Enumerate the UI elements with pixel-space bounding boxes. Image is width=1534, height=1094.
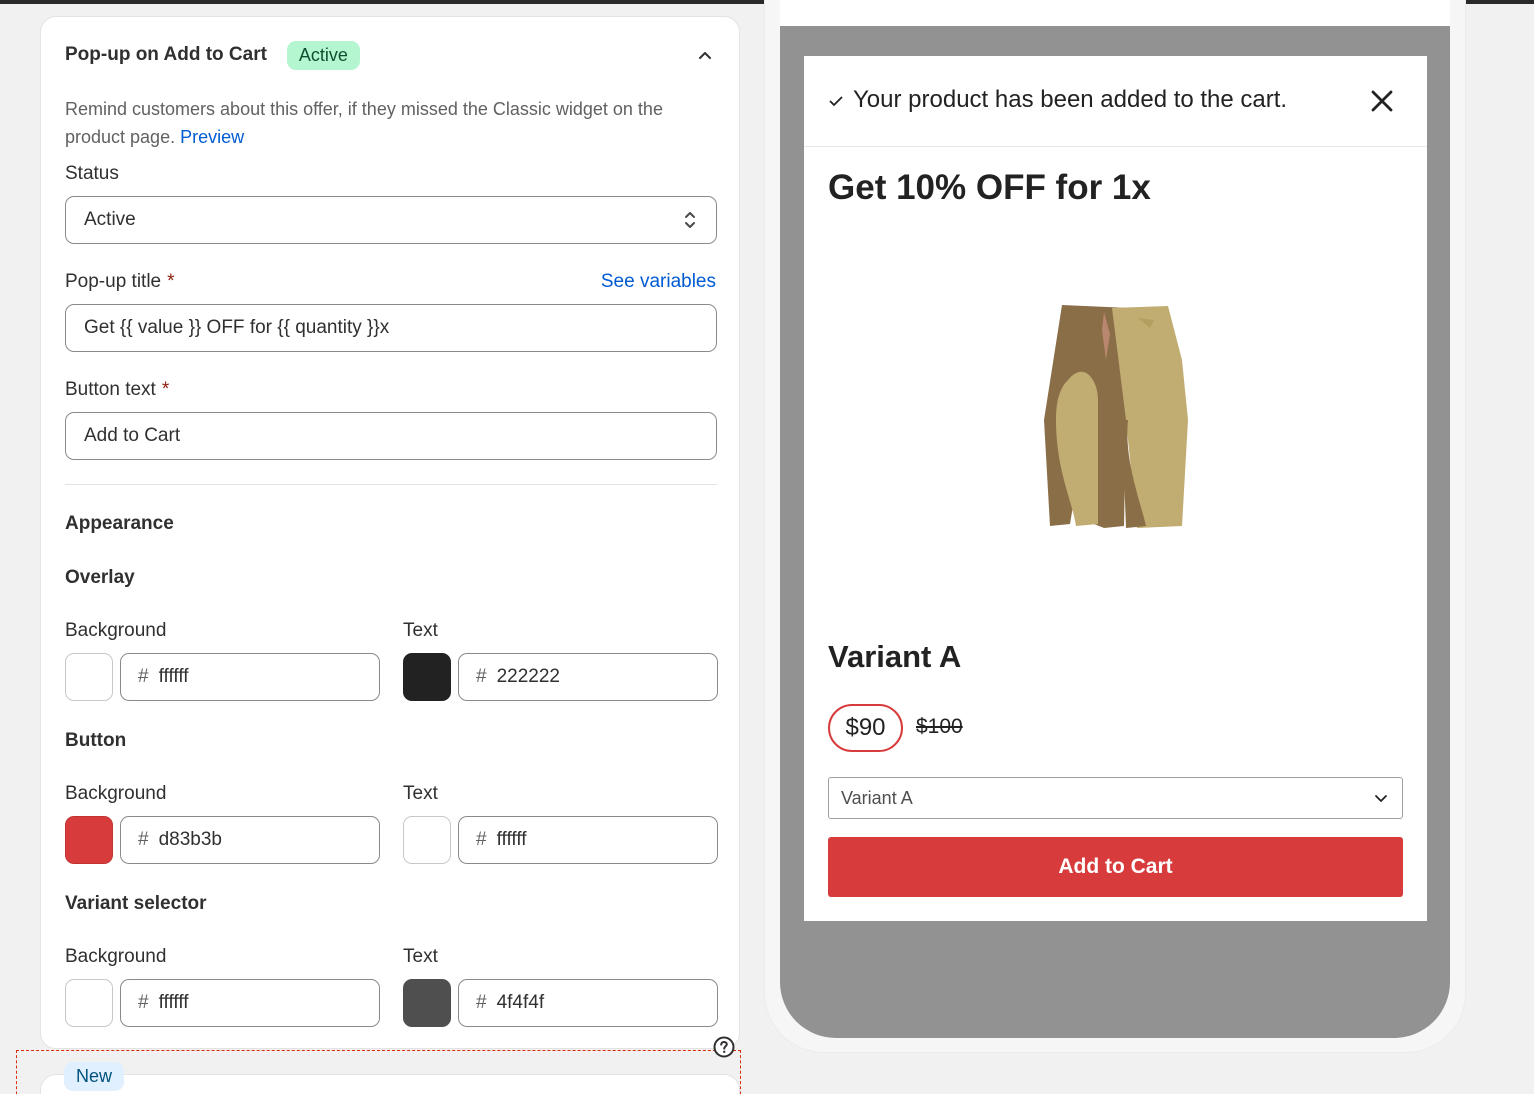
button-text-label-text: Button text — [65, 379, 156, 400]
appearance-heading: Appearance — [65, 513, 174, 534]
overlay-bg-hex-input[interactable]: # ffffff — [120, 653, 380, 701]
variant-name: Variant A — [828, 639, 962, 674]
hash-prefix: # — [138, 666, 149, 687]
button-text-hex-value: ffffff — [496, 829, 527, 850]
button-text-swatch[interactable] — [403, 816, 451, 864]
popup-title: Get 10% OFF for 1x — [828, 168, 1151, 207]
card-description: Remind customers about this offer, if th… — [65, 95, 721, 151]
added-to-cart-message: Your product has been added to the cart. — [853, 86, 1288, 113]
variant-text-swatch[interactable] — [403, 979, 451, 1027]
popup-title-label: Pop-up title * — [65, 271, 175, 293]
status-select[interactable]: Active — [65, 196, 717, 244]
button-text-value: Add to Cart — [84, 425, 181, 446]
button-text-hex-input[interactable]: # ffffff — [458, 816, 718, 864]
popup-title-input[interactable]: Get {{ value }} OFF for {{ quantity }}x — [65, 304, 717, 352]
variant-select[interactable]: Variant A — [828, 777, 1403, 819]
variant-text-hex-input[interactable]: #4f4f4f — [458, 979, 718, 1027]
variant-bg-hex-value: ffffff — [158, 992, 189, 1013]
close-icon[interactable] — [1370, 89, 1394, 113]
button-bg-label: Background — [65, 783, 167, 804]
preview-link[interactable]: Preview — [180, 127, 244, 147]
overlay-text-hex-value: 222222 — [496, 666, 560, 687]
description-text: Remind customers about this offer, if th… — [65, 99, 663, 147]
variant-bg-hex-input[interactable]: # ffffff — [120, 979, 380, 1027]
popup-title-label-text: Pop-up title — [65, 271, 162, 292]
next-card — [40, 1074, 740, 1094]
phone-top-bar — [780, 0, 1450, 26]
product-image — [1044, 305, 1188, 528]
add-to-cart-button[interactable]: Add to Cart — [828, 837, 1403, 897]
see-variables-link[interactable]: See variables — [601, 271, 716, 293]
button-bg-hex-value: d83b3b — [158, 829, 222, 850]
overlay-text-label: Text — [403, 620, 438, 641]
variant-selector-heading: Variant selector — [65, 893, 207, 914]
required-mark: * — [167, 271, 175, 292]
sale-price: $90 — [828, 704, 903, 752]
card-header: Pop-up on Add to Cart Active — [65, 39, 715, 71]
button-heading: Button — [65, 730, 127, 751]
variant-text-hex-value: 4f4f4f — [496, 992, 545, 1013]
button-text-label: Button text * — [65, 379, 169, 401]
select-arrows-icon — [685, 212, 695, 228]
popup-title-value: Get {{ value }} OFF for {{ quantity }}x — [84, 317, 390, 338]
status-select-value: Active — [84, 209, 136, 230]
button-bg-swatch[interactable] — [65, 816, 113, 864]
hash-prefix: # — [476, 992, 487, 1013]
status-label: Status — [65, 163, 119, 184]
variant-text-label: Text — [403, 946, 438, 967]
overlay-heading: Overlay — [65, 567, 135, 588]
hash-prefix: # — [476, 666, 487, 687]
required-mark: * — [161, 379, 170, 400]
chevron-up-icon[interactable] — [695, 45, 715, 65]
popup-settings-card: Pop-up on Add to Cart Active Remind cust… — [40, 16, 740, 1049]
hash-prefix: # — [138, 829, 149, 850]
variant-select-value: Variant A — [841, 787, 913, 808]
divider — [65, 484, 717, 485]
button-text-color-label: Text — [403, 783, 438, 804]
card-title: Pop-up on Add to Cart — [65, 44, 267, 65]
status-badge: Active — [286, 40, 360, 70]
hash-prefix: # — [138, 992, 149, 1013]
new-badge: New — [64, 1062, 125, 1091]
button-text-input[interactable]: Add to Cart — [65, 412, 717, 460]
variant-bg-label: Background — [65, 946, 167, 967]
compare-price: $100 — [916, 715, 963, 738]
popup-header: Your product has been added to the cart. — [804, 56, 1427, 147]
cart-popup-preview: Your product has been added to the cart.… — [804, 56, 1427, 921]
help-icon[interactable] — [713, 1036, 735, 1058]
overlay-text-hex-input[interactable]: #222222 — [458, 653, 718, 701]
overlay-bg-swatch[interactable] — [65, 653, 113, 701]
variant-bg-swatch[interactable] — [65, 979, 113, 1027]
button-bg-hex-input[interactable]: # d83b3b — [120, 816, 380, 864]
check-icon — [829, 96, 843, 106]
overlay-bg-hex-value: ffffff — [158, 666, 189, 687]
hash-prefix: # — [476, 829, 487, 850]
overlay-text-swatch[interactable] — [403, 653, 451, 701]
chevron-down-icon — [1375, 795, 1387, 802]
overlay-bg-label: Background — [65, 620, 167, 641]
